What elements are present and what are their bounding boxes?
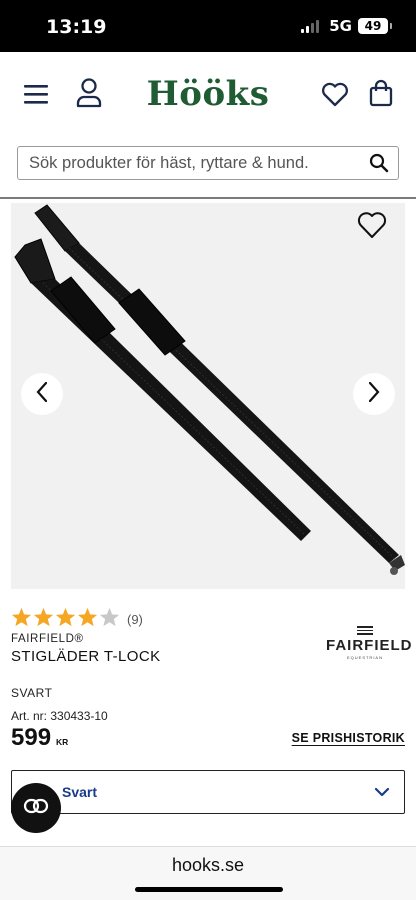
status-bar: 13:19 5G 49: [0, 0, 416, 52]
product-gallery[interactable]: [11, 203, 405, 589]
star-empty-icon: [99, 607, 120, 632]
chevron-left-icon: [35, 381, 49, 408]
brand-logo[interactable]: FAIRFIELD EQUESTRIAN: [326, 626, 413, 660]
price-value: 599: [11, 724, 52, 751]
status-indicators: 5G 49: [301, 17, 392, 35]
chat-icon: [23, 798, 49, 819]
favorite-icon[interactable]: [357, 211, 387, 241]
battery-icon: 49: [358, 18, 392, 34]
battery-level: 49: [364, 19, 382, 33]
wishlist-icon[interactable]: [321, 82, 349, 112]
star-icon: [77, 607, 98, 632]
article-number: Art. nr: 330433-10: [11, 709, 108, 723]
price-currency: KR: [56, 737, 69, 747]
brand-logo-sub: EQUESTRIAN: [346, 654, 383, 660]
next-image-button[interactable]: [353, 373, 395, 415]
brand-logo-name: FAIRFIELD: [326, 636, 413, 654]
star-icon: [33, 607, 54, 632]
product-title: STIGLÄDER T-LOCK: [11, 648, 161, 665]
variant-select-value: Svart: [62, 784, 98, 800]
search-bar: [17, 146, 399, 180]
search-icon[interactable]: [360, 147, 398, 179]
network-label: 5G: [329, 17, 352, 35]
brand-logo-mark: [357, 626, 373, 635]
cart-icon[interactable]: [369, 79, 393, 112]
site-logo[interactable]: Hööks: [0, 74, 416, 114]
signal-icon: [301, 19, 320, 33]
chevron-down-icon: [374, 785, 390, 803]
variant-select[interactable]: Svart: [11, 770, 405, 814]
product-rating[interactable]: (9): [11, 607, 143, 632]
search-input[interactable]: [18, 147, 360, 179]
browser-bar: hooks.se: [0, 846, 416, 900]
home-indicator: [135, 887, 283, 892]
prev-image-button[interactable]: [21, 373, 63, 415]
star-icon: [55, 607, 76, 632]
browser-url[interactable]: hooks.se: [0, 855, 416, 876]
chat-button[interactable]: [11, 783, 61, 833]
product-brand[interactable]: FAIRFIELD®: [11, 633, 84, 645]
price-history-link[interactable]: SE PRISHISTORIK: [292, 731, 405, 745]
header-divider: [0, 197, 416, 199]
star-icon: [11, 607, 32, 632]
site-header: Hööks: [0, 52, 416, 140]
chevron-right-icon: [367, 381, 381, 408]
product-image: [14, 204, 405, 575]
product-price: 599 KR: [11, 724, 68, 752]
product-color: SVART: [11, 686, 53, 700]
rating-count[interactable]: (9): [127, 612, 143, 627]
status-time: 13:19: [46, 16, 107, 38]
